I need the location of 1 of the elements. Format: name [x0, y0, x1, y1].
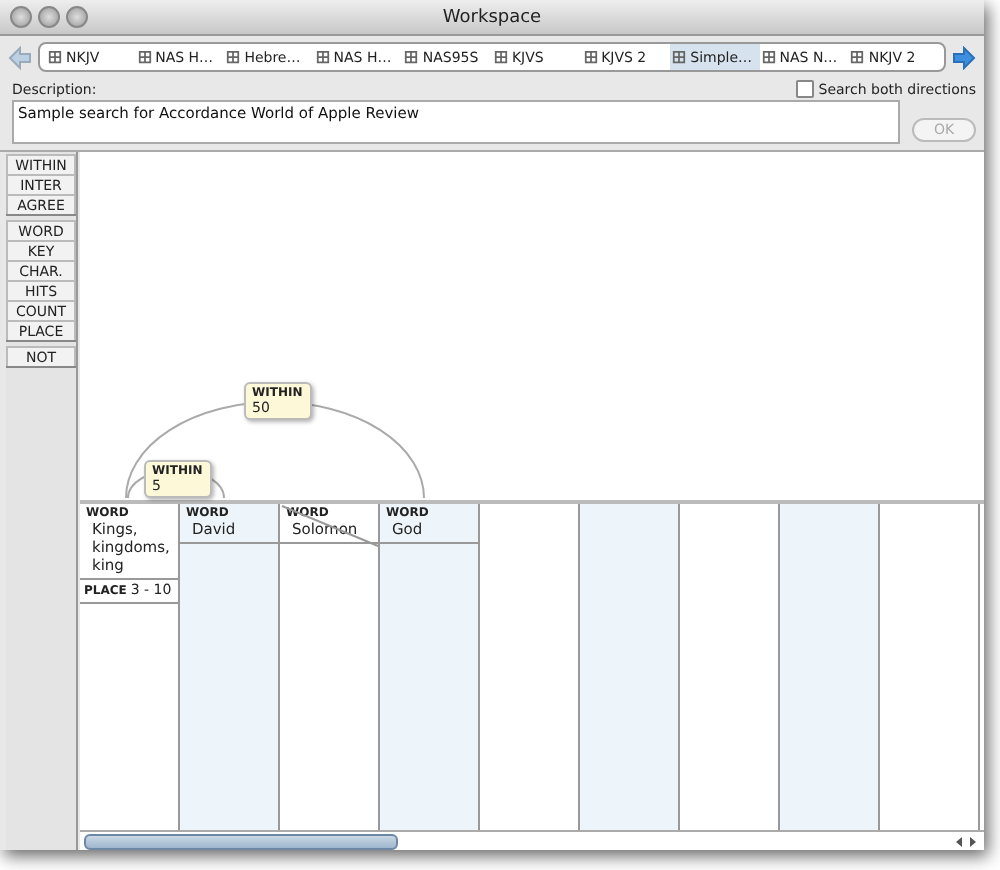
- window-title: Workspace: [442, 7, 542, 27]
